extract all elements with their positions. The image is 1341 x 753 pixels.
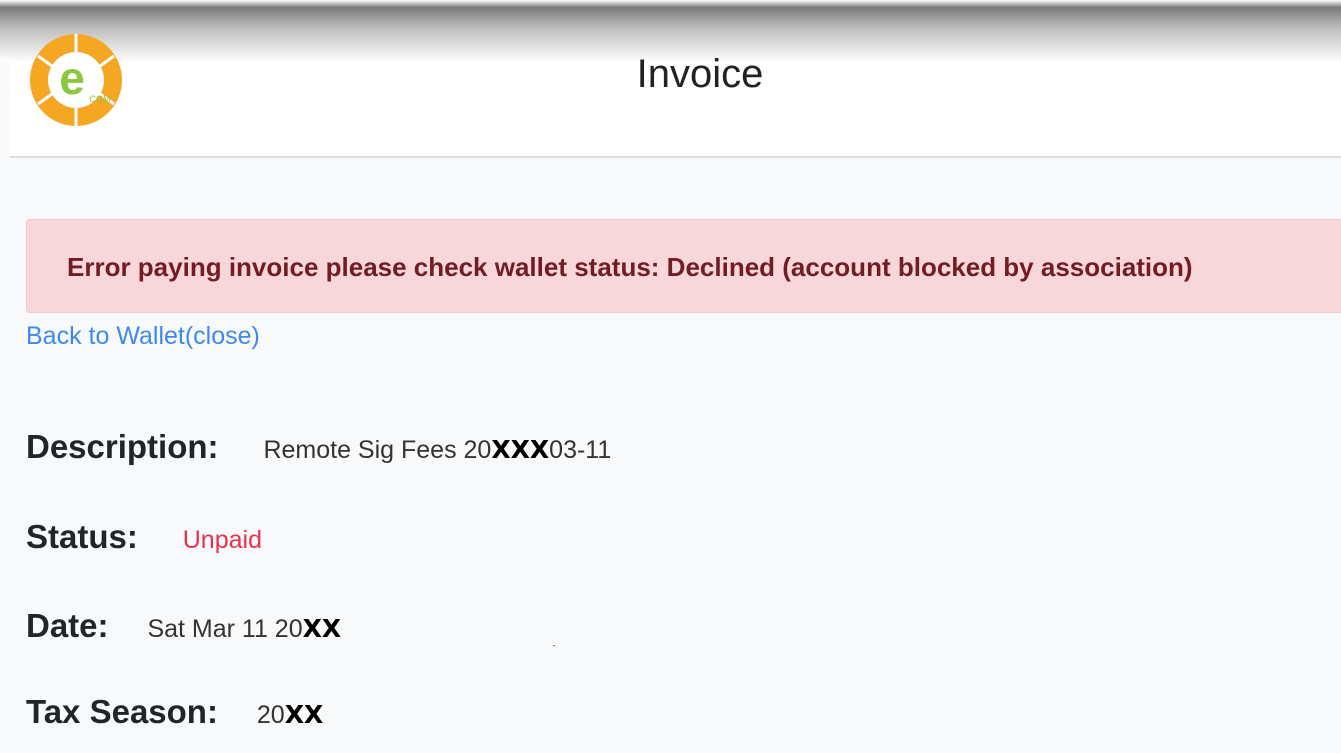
ecom-logo-icon: e COM: [30, 34, 122, 126]
date-value: Sat Mar 11 20XX: [147, 614, 342, 643]
description-row: Description: Remote Sig Fees 20XXX03-11: [26, 428, 611, 466]
logo-text: COM: [90, 94, 111, 104]
date-value-prefix: Sat Mar 11 20: [147, 615, 303, 643]
status-row: Status: Unpaid: [26, 518, 262, 556]
date-row: Date: Sat Mar 11 20XX: [26, 607, 341, 645]
svg-text:e: e: [59, 52, 85, 104]
description-value: Remote Sig Fees 20XXX03-11: [263, 435, 612, 464]
status-label: Status:: [26, 518, 138, 555]
description-value-suffix: 03-11: [549, 436, 612, 464]
stray-dot: [553, 645, 555, 646]
date-redaction: XX: [302, 614, 342, 643]
tax-season-redaction: XX: [284, 700, 324, 729]
tax-season-row: Tax Season: 20XX: [26, 693, 323, 731]
error-alert: Error paying invoice please check wallet…: [26, 219, 1341, 313]
description-value-prefix: Remote Sig Fees 20: [263, 436, 492, 464]
tax-season-label: Tax Season:: [26, 693, 218, 730]
status-value: Unpaid: [182, 526, 262, 554]
description-redaction: XXX: [491, 435, 550, 464]
tax-season-value: 20XX: [256, 700, 324, 729]
tax-season-value-prefix: 20: [256, 701, 285, 729]
date-label: Date:: [26, 607, 109, 644]
page-title: Invoice: [636, 52, 764, 96]
back-to-wallet-link[interactable]: Back to Wallet(close): [26, 322, 260, 351]
description-label: Description:: [26, 428, 219, 465]
error-alert-message: Error paying invoice please check wallet…: [67, 252, 1193, 282]
